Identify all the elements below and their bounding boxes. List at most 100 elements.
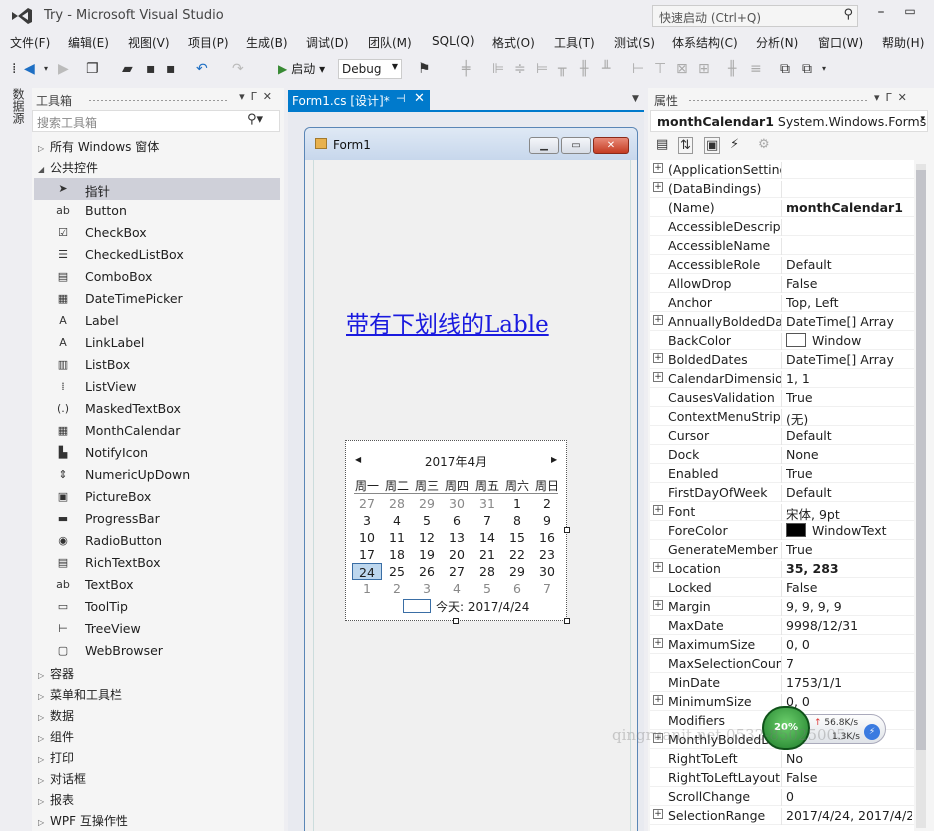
calendar-day[interactable]: 6 <box>502 580 532 597</box>
redo-icon[interactable]: ↷ <box>232 60 244 78</box>
property-value[interactable]: True <box>786 390 912 405</box>
toolbox-item[interactable]: ▣ PictureBox <box>34 486 280 508</box>
size-to-grid-icon[interactable]: ⊞ <box>698 60 710 78</box>
align-bottom-icon[interactable]: ╨ <box>602 60 610 78</box>
property-row[interactable]: RightToLeftLayout False <box>650 768 914 787</box>
toolbox-group-header[interactable]: ▷ WPF 互操作性 <box>38 812 128 829</box>
toolbox-item[interactable]: ▭ ToolTip <box>34 596 280 618</box>
calendar-day[interactable]: 13 <box>442 529 472 546</box>
toolbox-item[interactable]: ◉ RadioButton <box>34 530 280 552</box>
calendar-day[interactable]: 8 <box>502 512 532 529</box>
object-selector[interactable]: monthCalendar1 System.Windows.Forms.M ▾ <box>650 110 928 132</box>
align-grid-icon[interactable]: ╪ <box>462 60 470 78</box>
calendar-day[interactable]: 30 <box>442 495 472 512</box>
property-row[interactable]: + MaximumSize 0, 0 <box>650 635 914 654</box>
calendar-day[interactable]: 3 <box>412 580 442 597</box>
expand-icon[interactable]: + <box>653 353 663 363</box>
property-row[interactable]: + (ApplicationSettings <box>650 160 914 179</box>
toolbox-item[interactable]: A Label <box>34 310 280 332</box>
properties-grip[interactable] <box>688 99 868 102</box>
property-row[interactable]: AccessibleRole Default <box>650 255 914 274</box>
pin-icon[interactable]: ⊣ <box>396 92 406 105</box>
attach-icon[interactable]: ⚑ <box>418 60 431 78</box>
calendar-day[interactable]: 14 <box>472 529 502 546</box>
toolbox-group-header[interactable]: ▷ 容器 <box>38 665 74 682</box>
property-value[interactable]: DateTime[] Array <box>786 314 912 329</box>
calendar-day[interactable]: 29 <box>412 495 442 512</box>
toolbox-group-header[interactable]: ▷ 所有 Windows 窗体 <box>38 138 159 155</box>
expand-icon[interactable]: + <box>653 562 663 572</box>
align-center-icon[interactable]: ≑ <box>514 60 526 78</box>
menu-item[interactable]: 帮助(H) <box>882 34 924 51</box>
menu-item[interactable]: 生成(B) <box>246 34 288 51</box>
property-value[interactable]: 1, 1 <box>786 371 912 386</box>
toolbox-item[interactable]: ⊢ TreeView <box>34 618 280 640</box>
expand-icon[interactable]: ▷ <box>38 713 50 722</box>
resize-handle-e[interactable] <box>564 527 570 533</box>
menu-item[interactable]: 格式(O) <box>492 34 535 51</box>
calendar-day[interactable]: 9 <box>532 512 562 529</box>
calendar-day[interactable]: 1 <box>352 580 382 597</box>
tab-list-dropdown-icon[interactable]: ▼ <box>632 94 639 104</box>
expand-icon[interactable]: + <box>653 372 663 382</box>
property-value[interactable]: Top, Left <box>786 295 912 310</box>
collapse-icon[interactable]: ◢ <box>38 165 50 174</box>
expand-icon[interactable]: ▷ <box>38 734 50 743</box>
calendar-day[interactable]: 29 <box>502 563 532 580</box>
maximize-button[interactable]: ▭ <box>902 4 918 22</box>
expand-icon[interactable]: + <box>653 695 663 705</box>
calendar-day[interactable]: 7 <box>532 580 562 597</box>
calendar-day[interactable]: 27 <box>442 563 472 580</box>
property-row[interactable]: Locked False <box>650 578 914 597</box>
calendar-day[interactable]: 16 <box>532 529 562 546</box>
expand-icon[interactable]: ▷ <box>38 755 50 764</box>
menu-item[interactable]: 分析(N) <box>756 34 798 51</box>
scrollbar-thumb[interactable] <box>916 170 926 750</box>
property-row[interactable]: GenerateMember True <box>650 540 914 559</box>
pin-icon[interactable]: ᒥ <box>886 91 898 104</box>
property-value[interactable]: 7 <box>786 656 912 671</box>
align-middle-icon[interactable]: ╫ <box>580 60 588 78</box>
toolbox-item[interactable]: ➤ 指针 <box>34 178 280 200</box>
property-row[interactable]: + (DataBindings) <box>650 179 914 198</box>
expand-icon[interactable]: ▷ <box>38 797 50 806</box>
calendar-day[interactable]: 2 <box>532 495 562 512</box>
data-sources-tab[interactable]: 数据源 <box>8 88 25 124</box>
properties-view-icon[interactable]: ▣ <box>704 137 721 154</box>
form-minimize-button[interactable]: ▁ <box>529 137 559 154</box>
property-value[interactable]: monthCalendar1 <box>786 200 912 215</box>
back-icon[interactable]: ◀ <box>24 60 35 78</box>
calendar-day[interactable]: 22 <box>502 546 532 563</box>
expand-icon[interactable]: ▷ <box>38 671 50 680</box>
property-value[interactable]: 2017/4/24, 2017/4/24 <box>786 808 912 823</box>
calendar-day[interactable]: 20 <box>442 546 472 563</box>
expand-icon[interactable]: + <box>653 505 663 515</box>
property-row[interactable]: RightToLeft No <box>650 749 914 768</box>
bring-front-icon[interactable]: ⧉ <box>780 60 790 78</box>
menu-item[interactable]: 工具(T) <box>554 34 595 51</box>
calendar-day[interactable]: 26 <box>412 563 442 580</box>
property-value[interactable]: DateTime[] Array <box>786 352 912 367</box>
property-row[interactable]: Cursor Default <box>650 426 914 445</box>
close-icon[interactable]: ✕ <box>263 90 278 103</box>
property-value[interactable]: Window <box>786 333 912 348</box>
toolbox-group-header[interactable]: ▷ 打印 <box>38 749 74 766</box>
calendar-day[interactable]: 23 <box>532 546 562 563</box>
underline-label[interactable]: 带有下划线的Lable <box>346 305 549 339</box>
property-value[interactable]: 0, 0 <box>786 637 912 652</box>
close-icon[interactable]: ✕ <box>898 91 913 104</box>
expand-icon[interactable]: + <box>653 315 663 325</box>
toolbox-item[interactable]: ▥ ListBox <box>34 354 280 376</box>
expand-icon[interactable]: ▷ <box>38 144 50 153</box>
open-file-icon[interactable]: ▰ <box>122 60 133 78</box>
menu-item[interactable]: SQL(Q) <box>432 34 475 48</box>
expand-icon[interactable]: + <box>653 163 663 173</box>
calendar-day[interactable]: 6 <box>442 512 472 529</box>
expand-icon[interactable]: + <box>653 600 663 610</box>
property-row[interactable]: + Margin 9, 9, 9, 9 <box>650 597 914 616</box>
toolbox-item[interactable]: A LinkLabel <box>34 332 280 354</box>
toolbox-search-input[interactable]: 搜索工具箱 ⚲▾ <box>32 110 280 132</box>
panel-controls[interactable]: ▾ᒥ✕ <box>239 90 278 103</box>
calendar-day[interactable]: 30 <box>532 563 562 580</box>
property-row[interactable]: AllowDrop False <box>650 274 914 293</box>
